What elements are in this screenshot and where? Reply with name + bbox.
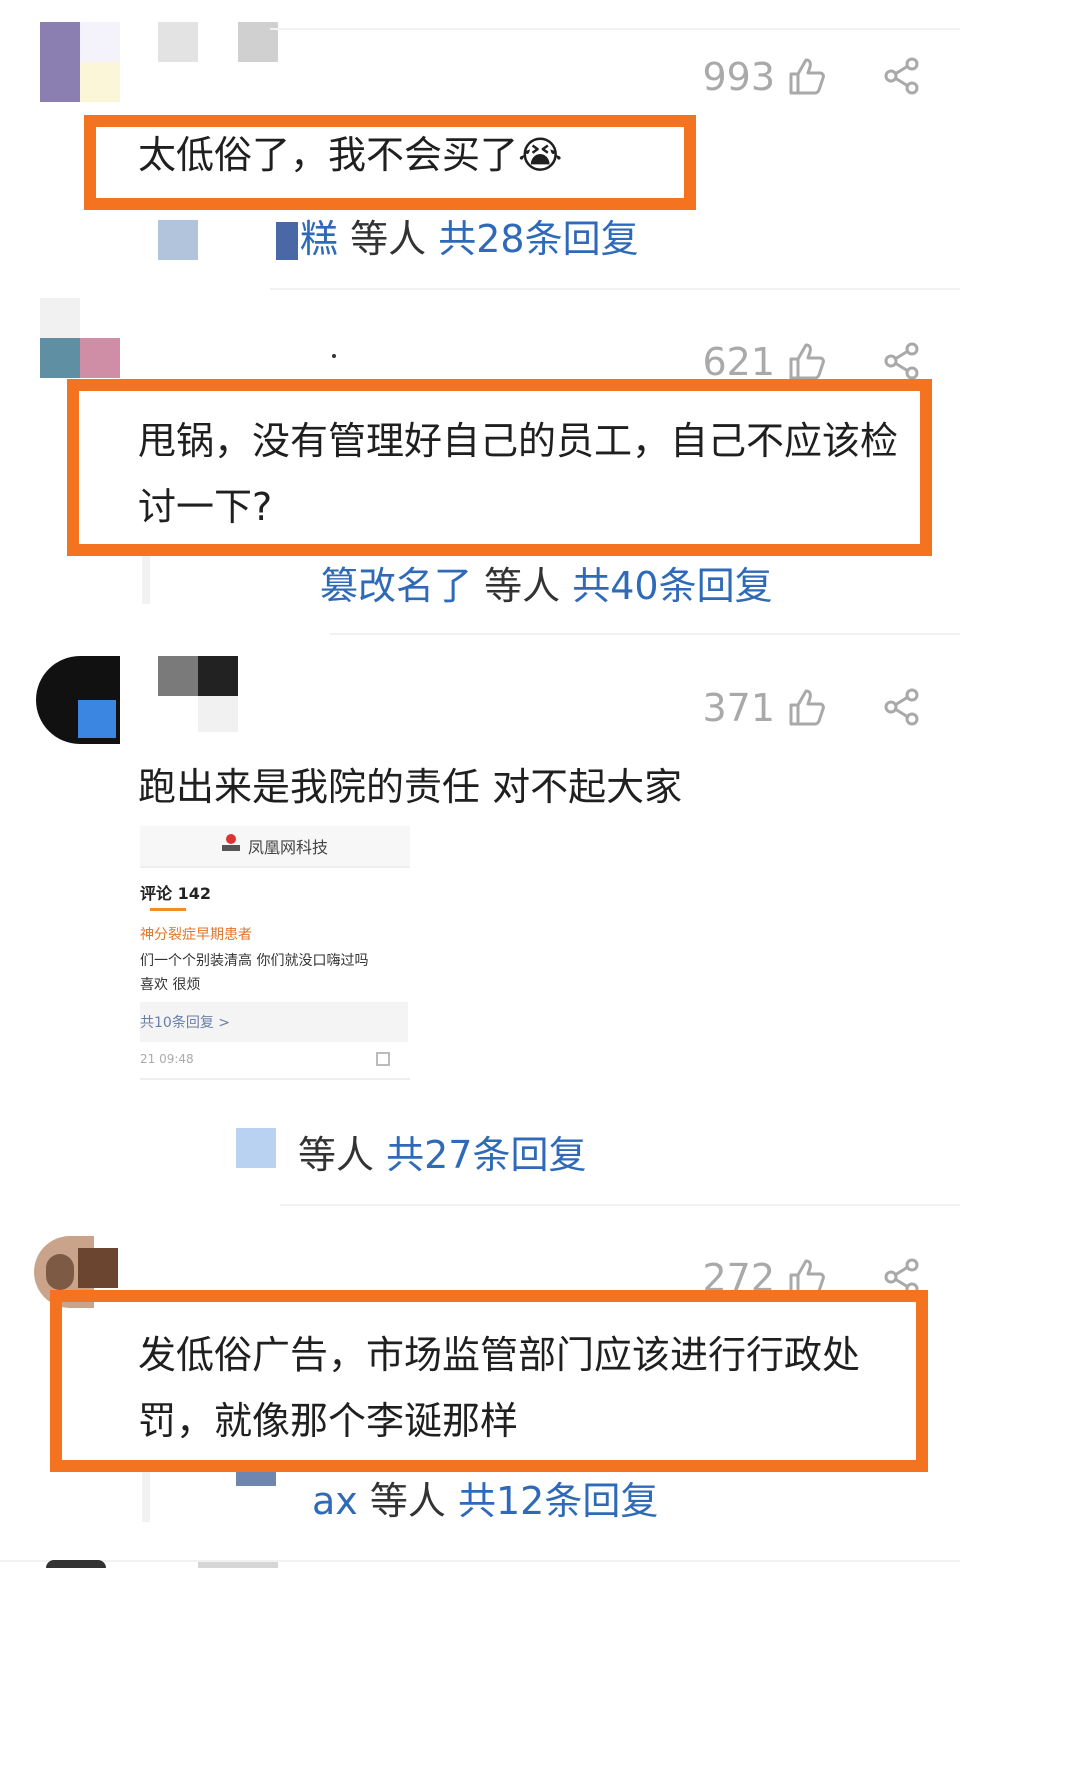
username-blurred[interactable] — [158, 22, 278, 62]
edit-icon — [376, 1052, 390, 1066]
share-icon[interactable] — [882, 56, 922, 96]
share-icon[interactable] — [882, 341, 922, 381]
next-username-partial — [198, 1562, 278, 1568]
embedded-screenshot[interactable]: 凤凰网科技 评论 142 神分裂症早期患者 们一个个别装清高 你们就没口嗨过吗 … — [140, 826, 410, 1094]
embed-body-2: 喜欢 很烦 — [140, 977, 201, 993]
avatar[interactable] — [40, 22, 120, 102]
embed-brand: 凤凰网科技 — [248, 838, 329, 857]
embed-replies: 共10条回复 > — [140, 1015, 230, 1031]
username-blurred[interactable] — [158, 656, 238, 696]
embed-comment-count: 评论 142 — [140, 884, 211, 903]
comment-text: 跑出来是我院的责任 对不起大家 — [138, 765, 683, 809]
thumbs-up-icon[interactable] — [788, 687, 826, 727]
embed-time: 21 09:48 — [140, 1052, 194, 1066]
reply-summary[interactable]: 糕 等人 共28条回复 — [300, 208, 639, 263]
highlight-box — [84, 115, 696, 210]
reply-summary[interactable]: ax 等人 共12条回复 — [312, 1470, 658, 1525]
embed-user: 神分裂症早期患者 — [140, 927, 252, 943]
avatar[interactable] — [40, 298, 120, 378]
reply-avatar — [158, 220, 198, 260]
thumbs-up-icon[interactable] — [788, 56, 826, 96]
reply-summary[interactable]: 等人 共27条回复 — [298, 1124, 586, 1179]
phoenix-logo-icon — [222, 834, 242, 854]
reply-avatar — [236, 1128, 276, 1168]
reply-summary[interactable]: 篡改名了 等人 共40条回复 — [320, 555, 773, 610]
thumbs-up-icon[interactable] — [788, 341, 826, 381]
reply-avatar — [236, 1472, 276, 1486]
share-icon[interactable] — [882, 687, 922, 727]
highlight-box — [67, 379, 932, 556]
like-count: 993 — [702, 55, 775, 99]
like-count: 621 — [702, 340, 775, 384]
next-avatar-partial — [46, 1560, 106, 1568]
highlight-box — [50, 1290, 928, 1472]
like-count: 371 — [702, 686, 775, 730]
avatar[interactable] — [36, 656, 120, 744]
embed-body-1: 们一个个别装清高 你们就没口嗨过吗 — [140, 953, 369, 969]
